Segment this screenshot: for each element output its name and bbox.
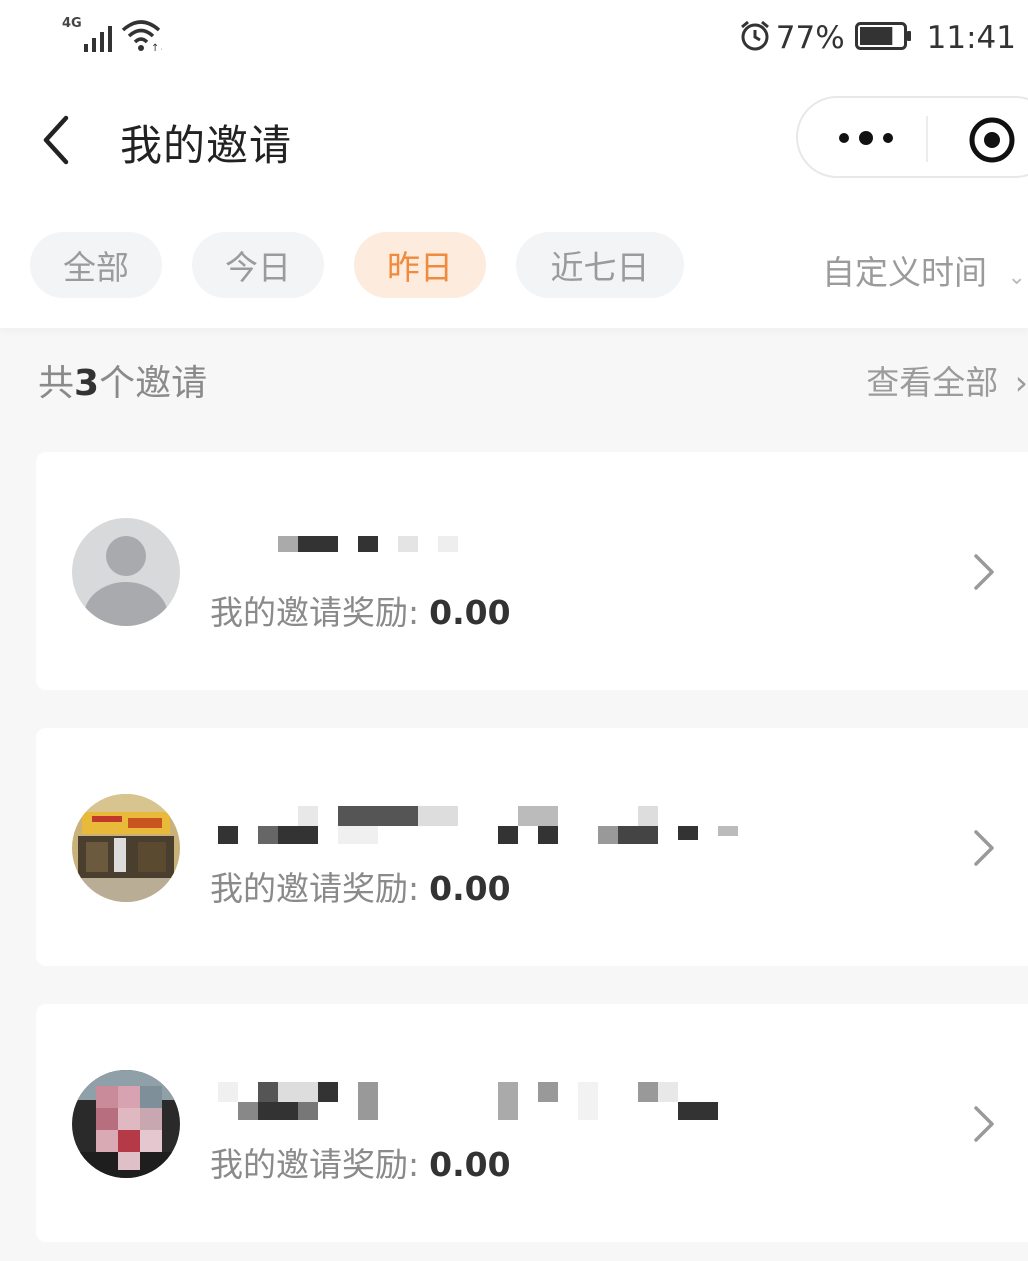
reward-value: 0.00 [429, 593, 511, 632]
capsule-divider [926, 116, 928, 162]
view-all-label: 查看全部 [866, 363, 999, 402]
invite-count: 3 [74, 363, 100, 404]
chip-label: 全部 [63, 248, 129, 287]
reward-label: 我的邀请奖励: [210, 1145, 420, 1184]
miniprogram-capsule [796, 96, 1028, 178]
default-avatar [72, 518, 180, 626]
more-dots-icon[interactable] [836, 124, 896, 152]
chip-label: 近七日 [550, 248, 650, 287]
reward-label: 我的邀请奖励: [210, 593, 420, 632]
battery-percent: 77% [775, 20, 845, 56]
filter-chip-today[interactable]: 今日 [192, 232, 324, 298]
chevron-right-icon: › [1014, 363, 1028, 402]
svg-text:↑↓: ↑↓ [151, 43, 162, 52]
invite-count-summary: 共3个邀请 [38, 354, 207, 406]
wifi-icon: ↑↓ [120, 18, 168, 56]
summary-prefix: 共 [38, 363, 75, 404]
reward-value: 0.00 [429, 1145, 511, 1184]
invite-reward: 我的邀请奖励: 0.00 [210, 1138, 511, 1186]
alarm-icon [738, 19, 772, 57]
invitee-name-redacted [214, 1074, 774, 1124]
filter-chip-yesterday[interactable]: 昨日 [354, 232, 486, 298]
chevron-right-icon [970, 1102, 998, 1146]
storefront-photo-avatar [72, 794, 180, 902]
view-all-link[interactable]: 查看全部 › [866, 356, 1028, 404]
status-right: 77% 11:41 [738, 18, 1016, 58]
person-photo-avatar [72, 1070, 180, 1178]
chevron-left-icon[interactable] [36, 112, 76, 168]
page-title: 我的邀请 [120, 121, 293, 170]
reward-value: 0.00 [429, 869, 511, 908]
invite-card[interactable]: 我的邀请奖励: 0.00 [36, 728, 1028, 966]
chevron-right-icon [970, 826, 998, 870]
network-type: 4G [62, 16, 82, 31]
invitee-name-redacted [214, 522, 774, 572]
date-filter-bar: 全部 今日 昨日 近七日 自定义时间 ⌄ [0, 202, 1028, 328]
custom-time-filter[interactable]: 自定义时间 ⌄ [822, 246, 1026, 294]
filter-chip-all[interactable]: 全部 [30, 232, 162, 298]
chip-label: 今日 [225, 248, 291, 287]
filter-chip-7days[interactable]: 近七日 [516, 232, 684, 298]
status-bar: 4G ↑↓ 77% [0, 0, 1028, 78]
reward-label: 我的邀请奖励: [210, 869, 420, 908]
custom-time-label: 自定义时间 [822, 253, 987, 292]
invite-card[interactable]: 我的邀请奖励: 0.00 [36, 1004, 1028, 1242]
invite-reward: 我的邀请奖励: 0.00 [210, 586, 511, 634]
invite-card[interactable]: 我的邀请奖励: 0.00 [36, 452, 1028, 690]
chevron-down-icon: ⌄ [1007, 265, 1026, 290]
battery-icon [854, 22, 913, 54]
invite-reward: 我的邀请奖励: 0.00 [210, 862, 511, 910]
invitee-name-redacted [214, 798, 774, 848]
clock-time: 11:41 [926, 20, 1016, 56]
nav-bar: 我的邀请 [0, 78, 1028, 202]
chevron-right-icon [970, 550, 998, 594]
target-icon[interactable] [968, 116, 1016, 164]
chip-label: 昨日 [387, 248, 453, 287]
summary-suffix: 个邀请 [99, 363, 208, 404]
